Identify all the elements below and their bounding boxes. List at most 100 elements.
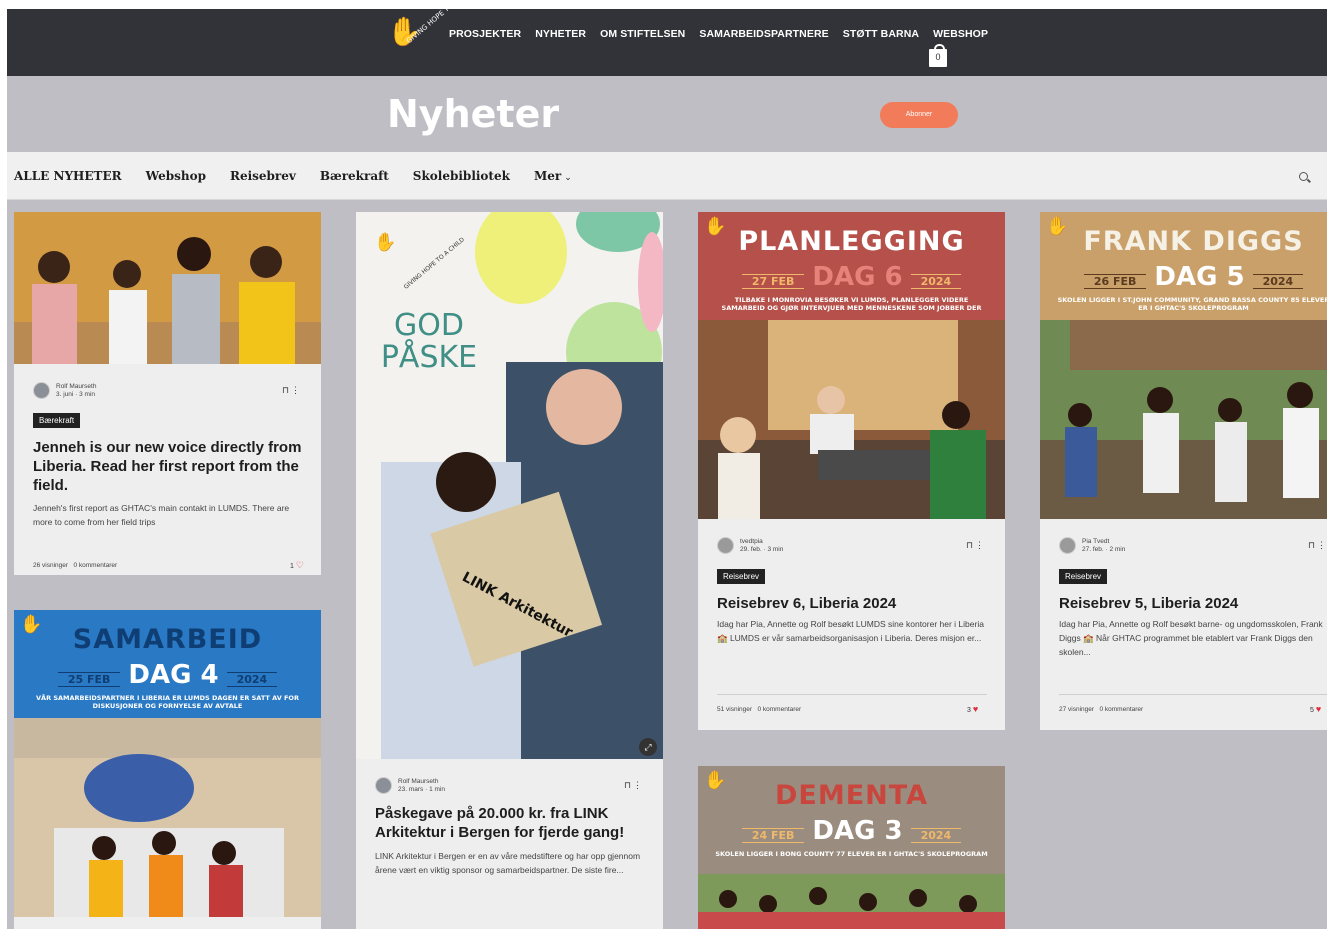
category-alle-nyheter[interactable]: ALLE NYHETER bbox=[14, 169, 122, 183]
comment-count[interactable]: 0 kommentarer bbox=[757, 706, 801, 713]
bookmark-icon[interactable]: ⊓ bbox=[1308, 540, 1317, 550]
avatar[interactable] bbox=[1059, 537, 1076, 554]
post-date-readtime: 3. juni · 3 min bbox=[56, 390, 96, 398]
author-name[interactable]: Rolf Maurseth bbox=[398, 778, 445, 786]
post-card[interactable]: ✋ SAMARBEID 25 FEB DAG 4 2024 VÅR SAMARBEI… bbox=[14, 610, 321, 929]
site-header: ✋ GIVING HOPE TO A CHILD PROSJEKTER NYHE… bbox=[7, 0, 1327, 76]
post-image: ✋ FRANK DIGGS 26 FEB DAG 5 2024 SKOLEN LIG… bbox=[1040, 212, 1327, 519]
nav-samarbeidspartnere[interactable]: SAMARBEIDSPARTNERE bbox=[699, 28, 828, 40]
read-time: 3 min bbox=[79, 390, 96, 398]
category-tag[interactable]: Reisebrev bbox=[1059, 569, 1108, 584]
post-date-readtime: 29. feb. · 3 min bbox=[740, 545, 784, 553]
post-image: ✋ SAMARBEID 25 FEB DAG 4 2024 VÅR SAMARBEI… bbox=[14, 610, 321, 917]
cart-button[interactable]: 0 bbox=[927, 44, 949, 68]
read-time: 1 min bbox=[429, 785, 445, 793]
poster-title: PLANLEGGING bbox=[738, 226, 965, 257]
category-reisebrev[interactable]: Reisebrev bbox=[230, 169, 296, 183]
avatar[interactable] bbox=[375, 777, 392, 794]
author-name[interactable]: Pia Tvedt bbox=[1082, 538, 1125, 546]
chevron-down-icon: ⌄ bbox=[564, 173, 572, 183]
site-logo[interactable]: ✋ GIVING HOPE TO A CHILD bbox=[387, 0, 479, 73]
post-meta: Rolf Maurseth 3. juni · 3 min bbox=[33, 382, 96, 399]
subscribe-button[interactable]: Abonner bbox=[880, 102, 958, 128]
poster-date: 27 FEB bbox=[741, 274, 805, 289]
post-card[interactable]: ✋ PLANLEGGING 27 FEB DAG 6 2024 TILBAKE I … bbox=[698, 212, 1005, 730]
bookmark-icon[interactable]: ⊓ bbox=[624, 780, 633, 790]
category-skolebibliotek[interactable]: Skolebibliotek bbox=[413, 169, 510, 183]
category-more-dropdown[interactable]: Mer ⌄ bbox=[534, 169, 572, 183]
post-card[interactable]: ✋ GIVING HOPE TO A CHILD GOD PÅSKE LINK … bbox=[356, 212, 663, 929]
bookmark-icon[interactable]: ⊓ bbox=[282, 385, 291, 395]
like-count: 3 bbox=[967, 707, 971, 714]
avatar[interactable] bbox=[717, 537, 734, 554]
more-icon[interactable]: ⋮ bbox=[975, 540, 986, 550]
expand-icon[interactable]: ⤢ bbox=[639, 738, 657, 756]
more-label: Mer bbox=[533, 169, 562, 183]
poster-date: 26 FEB bbox=[1083, 274, 1147, 289]
poster-day: DAG 6 bbox=[812, 262, 903, 292]
poster-date: 24 FEB bbox=[741, 828, 805, 843]
like-count: 5 bbox=[1310, 707, 1314, 714]
post-card[interactable]: ✋ FRANK DIGGS 26 FEB DAG 5 2024 SKOLEN LIG… bbox=[1040, 212, 1327, 730]
poster-subtitle: SKOLEN LIGGER I BONG COUNTY 77 ELEVER ER… bbox=[715, 850, 988, 858]
like-button[interactable]: 3 ♥ bbox=[967, 704, 978, 714]
school-photo bbox=[1040, 320, 1327, 519]
like-button[interactable]: 1 ♡ bbox=[290, 560, 304, 571]
author-name[interactable]: Rolf Maurseth bbox=[56, 383, 96, 391]
post-title[interactable]: Reisebrev 6, Liberia 2024 bbox=[717, 594, 992, 613]
people-photo bbox=[14, 212, 321, 364]
main-nav: PROSJEKTER NYHETER OM STIFTELSEN SAMARBE… bbox=[449, 28, 988, 40]
comment-count[interactable]: 0 kommentarer bbox=[73, 562, 117, 569]
page-banner: Nyheter Abonner bbox=[7, 76, 1327, 152]
post-date: 3. juni bbox=[56, 390, 74, 398]
poster-day: DAG 5 bbox=[1154, 262, 1245, 292]
divider bbox=[717, 694, 987, 695]
nav-webshop[interactable]: WEBSHOP bbox=[933, 28, 988, 40]
poster-day: DAG 4 bbox=[128, 660, 219, 690]
category-tag[interactable]: Reisebrev bbox=[717, 569, 766, 584]
post-card[interactable]: Rolf Maurseth 3. juni · 3 min ⊓⋮ Bærekra… bbox=[14, 212, 321, 575]
poster-year: 2024 bbox=[910, 274, 962, 289]
category-baerekraft[interactable]: Bærekraft bbox=[320, 169, 389, 183]
category-tag[interactable]: Bærekraft bbox=[33, 413, 81, 428]
post-image bbox=[14, 212, 321, 364]
comment-count[interactable]: 0 kommentarer bbox=[1099, 706, 1143, 713]
nav-nyheter[interactable]: NYHETER bbox=[535, 28, 586, 40]
avatar[interactable] bbox=[33, 382, 50, 399]
poster-year: 2024 bbox=[226, 672, 278, 687]
more-icon[interactable]: ⋮ bbox=[633, 780, 644, 790]
poster-title: FRANK DIGGS bbox=[1083, 226, 1304, 257]
post-meta: tvedtpia 29. feb. · 3 min bbox=[717, 537, 783, 554]
post-title[interactable]: Reisebrev 5, Liberia 2024 bbox=[1059, 594, 1327, 613]
more-icon[interactable]: ⋮ bbox=[1317, 540, 1327, 550]
poster-year: 2024 bbox=[910, 828, 962, 843]
poster-year: 2024 bbox=[1252, 274, 1304, 289]
post-excerpt: Idag har Pia, Annette og Rolf besøkt LUM… bbox=[717, 619, 984, 643]
post-actions: ⊓⋮ bbox=[624, 780, 644, 791]
heart-icon: ♥ bbox=[1315, 704, 1322, 714]
post-excerpt: LINK Arkitektur i Bergen er en av våre m… bbox=[375, 851, 641, 875]
poster-date: 25 FEB bbox=[57, 672, 121, 687]
nav-prosjekter[interactable]: PROSJEKTER bbox=[449, 28, 521, 40]
view-count: 26 visninger bbox=[33, 562, 69, 569]
more-icon[interactable]: ⋮ bbox=[291, 385, 302, 395]
post-stats: 27 visninger 0 kommentarer bbox=[1059, 706, 1143, 713]
poster-title: GOD PÅSKE bbox=[380, 308, 478, 375]
poster-day: DAG 3 bbox=[812, 816, 903, 846]
bookmark-icon[interactable]: ⊓ bbox=[966, 540, 975, 550]
nav-stott-barna[interactable]: STØTT BARNA bbox=[843, 28, 919, 40]
category-bar: ALLE NYHETER Webshop Reisebrev Bærekraft… bbox=[7, 152, 1327, 200]
post-card[interactable]: ✋ DEMENTA 24 FEB DAG 3 2024 SKOLEN LIGGER … bbox=[698, 766, 1005, 929]
nav-om-stiftelsen[interactable]: OM STIFTELSEN bbox=[600, 28, 685, 40]
like-button[interactable]: 5 ♥ bbox=[1310, 704, 1321, 714]
poster-subtitle: SKOLEN LIGGER I ST.JOHN COMMUNITY, GRAND… bbox=[1057, 296, 1327, 312]
post-title[interactable]: Jenneh is our new voice directly from Li… bbox=[33, 438, 303, 495]
category-webshop[interactable]: Webshop bbox=[146, 169, 206, 183]
cart-count: 0 bbox=[935, 52, 941, 62]
post-actions: ⊓⋮ bbox=[1308, 540, 1327, 551]
author-name[interactable]: tvedtpia bbox=[740, 538, 783, 546]
post-date: 29. feb. bbox=[740, 545, 762, 553]
post-meta: Rolf Maurseth 23. mars · 1 min bbox=[375, 777, 445, 794]
post-title[interactable]: Påskegave på 20.000 kr. fra LINK Arkitek… bbox=[375, 804, 650, 842]
search-icon[interactable] bbox=[1299, 172, 1308, 181]
